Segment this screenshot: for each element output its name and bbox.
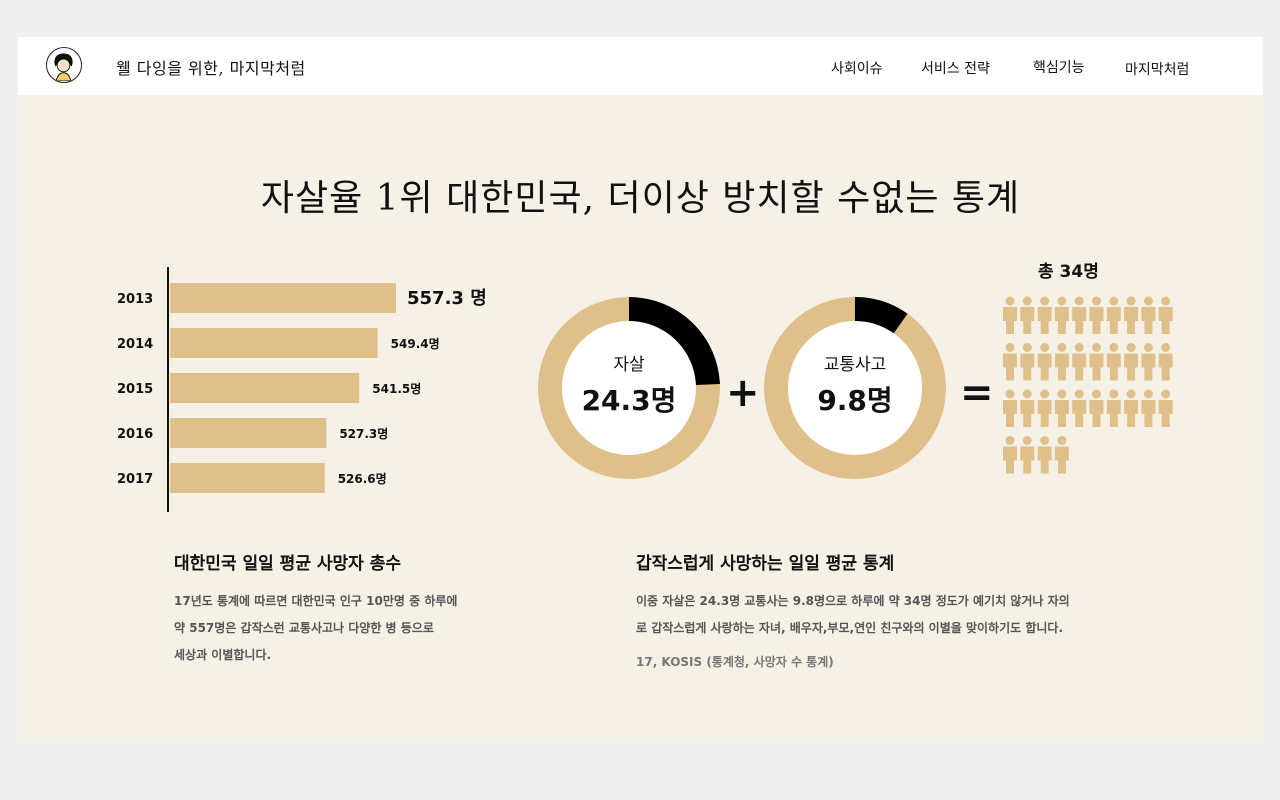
person-icon [1054, 389, 1069, 427]
brand-title[interactable]: 웰 다잉을 위한, 마지막처럼 [116, 55, 306, 79]
year-tick-label: 2014 [117, 337, 153, 352]
donut-value: 24.3명 [582, 384, 677, 417]
bar-value-label: 541.5명 [372, 382, 421, 396]
person-icon [1037, 296, 1052, 334]
bar-value-label: 527.3명 [339, 427, 388, 441]
person-icon [1089, 389, 1104, 427]
year-tick-label: 2013 [117, 292, 153, 307]
bar [170, 418, 327, 448]
person-icon [1072, 296, 1087, 334]
left-body-line: 세상과 이별합니다. [174, 648, 272, 662]
suicide-donut-chart: 자살 24.3명 [538, 297, 720, 479]
page-frame: 웰 다잉을 위한, 마지막처럼 사회이슈 서비스 전략 핵심기능 마지막처럼 자… [18, 37, 1263, 743]
nav-social-issue[interactable]: 사회이슈 [831, 58, 883, 78]
right-body-line: 이중 자살은 24.3명 교통사는 9.8명으로 하루에 약 34명 정도가 예… [636, 594, 1070, 608]
traffic-accident-donut-chart: 교통사고 9.8명 [764, 297, 946, 479]
avatar-logo-icon[interactable] [46, 47, 82, 83]
nav-last-like[interactable]: 마지막처럼 [1125, 59, 1189, 79]
person-icon [1124, 296, 1139, 334]
person-icon [1089, 296, 1104, 334]
left-section-body: 17년도 통계에 따르면 대한민국 인구 10만명 중 하루에 약 557명은 … [174, 588, 457, 669]
person-icon [1106, 389, 1121, 427]
person-icon [1020, 389, 1035, 427]
person-icon [1106, 343, 1121, 381]
left-section-title: 대한민국 일일 평균 사망자 총수 [174, 554, 401, 574]
person-icon [1020, 436, 1035, 474]
year-tick-label: 2017 [117, 472, 153, 487]
equals-sign: = [960, 370, 994, 416]
year-tick-label: 2015 [117, 382, 153, 397]
person-icon [1037, 343, 1052, 381]
bar-value-label: 549.4명 [391, 337, 440, 351]
person-icon [1072, 389, 1087, 427]
right-section-body: 이중 자살은 24.3명 교통사는 9.8명으로 하루에 약 34명 정도가 예… [636, 588, 1070, 642]
person-icon [1124, 389, 1139, 427]
person-icon [1003, 436, 1017, 474]
top-navigation-bar: 웰 다잉을 위한, 마지막처럼 사회이슈 서비스 전략 핵심기능 마지막처럼 [18, 37, 1263, 95]
daily-deaths-bar-chart: 2013 557.3 명 2014 549.4명 2015 541.5명 2016 527.3… [117, 267, 487, 512]
bar [170, 283, 396, 313]
bar-value-label: 526.6명 [338, 472, 387, 486]
bar [170, 373, 360, 403]
person-icon [1158, 296, 1173, 334]
person-icon [1020, 296, 1035, 334]
person-icon [1124, 343, 1139, 381]
person-icon [1106, 296, 1121, 334]
donut-label: 자살 [613, 355, 645, 375]
bar-value-label: 557.3 명 [407, 288, 487, 309]
person-icon [1089, 343, 1104, 381]
person-icon [1037, 389, 1052, 427]
person-icon [1020, 343, 1035, 381]
person-icon [1003, 296, 1017, 334]
nav-service-strategy[interactable]: 서비스 전략 [921, 58, 990, 78]
person-icon [1158, 343, 1173, 381]
right-body-line: 로 갑작스럽게 사랑하는 자녀, 배우자,부모,연인 친구와의 이별을 맞이하기… [636, 621, 1064, 635]
person-icon [1054, 436, 1069, 474]
page-headline: 자살율 1위 대한민국, 더이상 방치할 수없는 통계 [260, 178, 1021, 219]
person-icon [1054, 296, 1069, 334]
person-icon [1072, 343, 1087, 381]
left-body-line: 약 557명은 갑작스런 교통사고나 다양한 병 등으로 [174, 621, 434, 635]
person-icon [1141, 343, 1156, 381]
person-icon [1003, 343, 1017, 381]
person-icon [1158, 389, 1173, 427]
donut-label: 교통사고 [824, 355, 887, 375]
right-section-title: 갑작스럽게 사망하는 일일 평균 통계 [636, 554, 895, 574]
bar [170, 463, 325, 493]
donut-value: 9.8명 [817, 384, 892, 417]
plus-sign: + [726, 370, 760, 416]
data-source: 17, KOSIS (통계청, 사망자 수 통계) [636, 655, 834, 669]
person-icon [1141, 296, 1156, 334]
people-pictogram [1003, 296, 1173, 474]
left-body-line: 17년도 통계에 따르면 대한민국 인구 10만명 중 하루에 [174, 594, 458, 608]
total-count-label: 총 34명 [1038, 262, 1099, 282]
person-icon [1037, 436, 1052, 474]
year-tick-label: 2016 [117, 427, 153, 442]
nav-core-features[interactable]: 핵심기능 [1033, 57, 1085, 77]
person-icon [1141, 389, 1156, 427]
person-icon [1003, 389, 1017, 427]
person-icon [1054, 343, 1069, 381]
bar [170, 328, 378, 358]
